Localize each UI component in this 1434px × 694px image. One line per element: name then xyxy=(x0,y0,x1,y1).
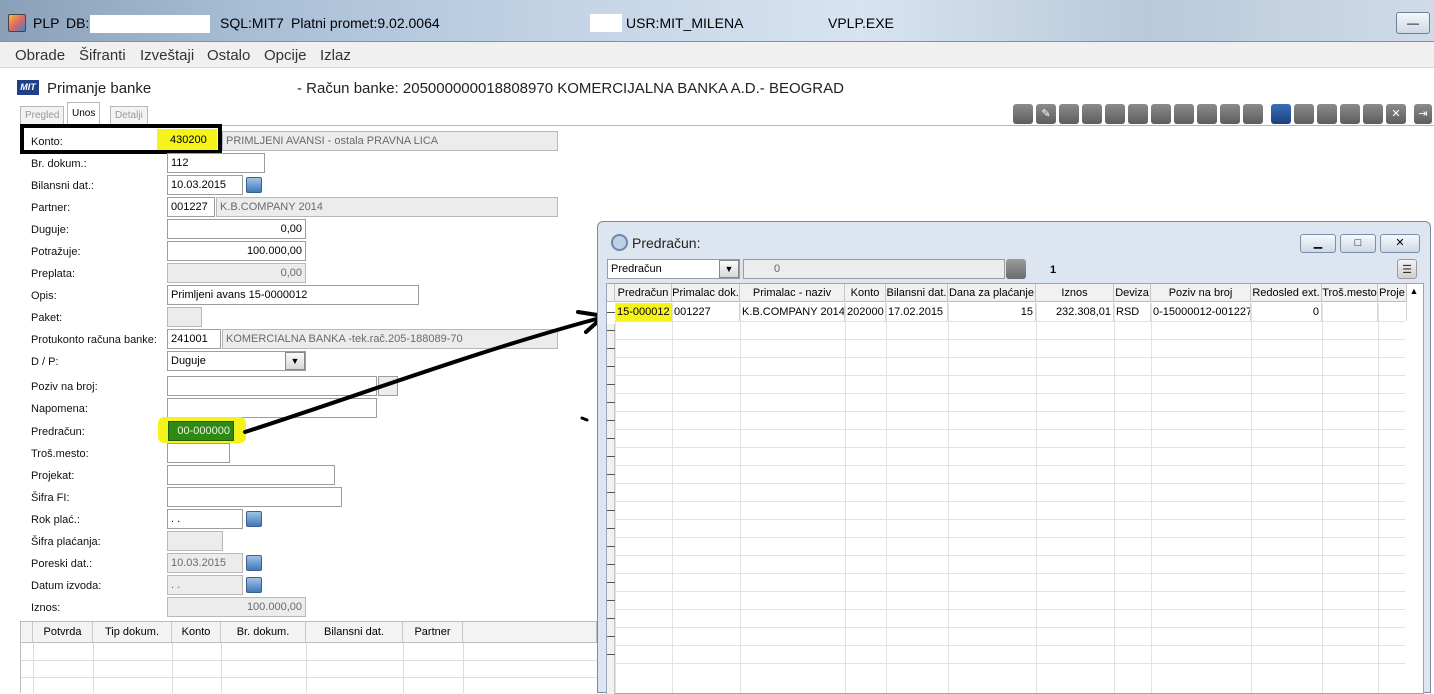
popup-search-input[interactable]: 0 xyxy=(743,259,1005,279)
grid-col-line xyxy=(1322,303,1323,693)
grid-row-line xyxy=(615,537,1405,538)
grid-col-line xyxy=(1114,303,1115,693)
cell-poziv-na-broj[interactable]: 0-15000012-001227 xyxy=(1151,303,1251,321)
row-tick xyxy=(607,582,615,583)
grid-row-line xyxy=(615,465,1405,466)
row-tick xyxy=(607,600,615,601)
grid-row-line xyxy=(615,393,1405,394)
row-tick xyxy=(607,564,615,565)
grid-col-line xyxy=(1251,303,1252,693)
grid-row-line xyxy=(615,645,1405,646)
predracun-popup: Predračun: ▁ □ ✕ Predračun ▼ 0 1 ☰ Predr… xyxy=(597,221,1431,694)
popup-title: Predračun: xyxy=(632,235,701,251)
cell-predracun[interactable]: 15-000012 xyxy=(615,303,672,321)
row-indicator-column xyxy=(607,324,615,694)
cell-deviza[interactable]: RSD xyxy=(1114,303,1151,321)
grid-row-line xyxy=(615,411,1405,412)
popup-maximize-button[interactable]: □ xyxy=(1340,234,1376,253)
row-tick xyxy=(607,420,615,421)
row-tick xyxy=(607,654,615,655)
row-tick xyxy=(607,402,615,403)
grid-row-line xyxy=(615,339,1405,340)
row-tick xyxy=(607,330,615,331)
row-tick xyxy=(607,636,615,637)
grid-row-line xyxy=(615,519,1405,520)
cell-iznos[interactable]: 232.308,01 xyxy=(1036,303,1114,321)
row-tick xyxy=(607,618,615,619)
grid-col-line xyxy=(1151,303,1152,693)
grid-row-line xyxy=(615,627,1405,628)
cell-tros-mesto[interactable] xyxy=(1322,303,1378,321)
grid-row-line xyxy=(615,321,1405,322)
row-tick xyxy=(607,528,615,529)
row-selector-col xyxy=(607,284,615,302)
row-tick xyxy=(607,348,615,349)
popup-toolbar: Predračun ▼ 0 1 ☰ xyxy=(606,258,1426,284)
grid-col-line xyxy=(740,303,741,693)
cell-primalac-naziv[interactable]: K.B.COMPANY 2014 xyxy=(740,303,845,321)
grid-col-line xyxy=(615,303,616,693)
grid-col-line xyxy=(948,303,949,693)
grid-row-line xyxy=(615,483,1405,484)
col-konto[interactable]: Konto xyxy=(845,284,886,302)
cell-bilansni-dat[interactable]: 17.02.2015 xyxy=(886,303,948,321)
grid-row-line xyxy=(615,447,1405,448)
grid-col-line xyxy=(1036,303,1037,693)
combo-dropdown-icon[interactable]: ▼ xyxy=(719,260,739,278)
grid-row-line xyxy=(615,609,1405,610)
scroll-up-icon[interactable]: ▲ xyxy=(1407,286,1421,300)
grid-row-line xyxy=(615,429,1405,430)
col-primalac-naziv[interactable]: Primalac - naziv xyxy=(740,284,845,302)
popup-close-button[interactable]: ✕ xyxy=(1380,234,1420,253)
grid-row-line xyxy=(615,357,1405,358)
cell-primalac-dok[interactable]: 001227 xyxy=(672,303,740,321)
row-tick xyxy=(607,546,615,547)
col-proje[interactable]: Proje xyxy=(1378,284,1407,302)
grid-row-line xyxy=(615,501,1405,502)
grid-row-line xyxy=(615,555,1405,556)
row-tick xyxy=(607,456,615,457)
col-predracun[interactable]: Predračun xyxy=(615,284,672,302)
row-tick xyxy=(607,492,615,493)
cell-dana-za-placanje[interactable]: 15 xyxy=(948,303,1036,321)
grid-row-line xyxy=(615,591,1405,592)
row-tick xyxy=(607,474,615,475)
grid-row-line xyxy=(615,663,1405,664)
col-redosled-ext[interactable]: Redosled ext. xyxy=(1251,284,1322,302)
col-poziv-na-broj[interactable]: Poziv na broj xyxy=(1151,284,1251,302)
folder-open-icon[interactable] xyxy=(1006,259,1026,279)
col-deviza[interactable]: Deviza xyxy=(1114,284,1151,302)
col-dana-za-placanje[interactable]: Dana za plaćanje xyxy=(948,284,1036,302)
grid-col-line xyxy=(672,303,673,693)
grid-col-line xyxy=(886,303,887,693)
row-tick xyxy=(607,438,615,439)
menu-list-icon[interactable]: ☰ xyxy=(1397,259,1417,279)
magnifier-icon xyxy=(611,234,628,251)
col-tros-mesto[interactable]: Troš.mesto xyxy=(1322,284,1378,302)
grid-row-line xyxy=(615,375,1405,376)
row-tick xyxy=(607,366,615,367)
popup-grid: Predračun Primalac dok. Primalac - naziv… xyxy=(606,283,1424,694)
row-tick xyxy=(607,510,615,511)
popup-minimize-button[interactable]: ▁ xyxy=(1300,234,1336,253)
grid-col-line xyxy=(845,303,846,693)
popup-count: 1 xyxy=(1050,264,1057,276)
row-tick xyxy=(607,384,615,385)
col-iznos[interactable]: Iznos xyxy=(1036,284,1114,302)
row-tick xyxy=(607,312,615,313)
grid-row-line xyxy=(615,573,1405,574)
cell-proje[interactable] xyxy=(1378,303,1407,321)
cell-konto[interactable]: 202000 xyxy=(845,303,886,321)
grid-col-line xyxy=(1378,303,1379,693)
col-primalac-dok[interactable]: Primalac dok. xyxy=(672,284,740,302)
col-bilansni-dat[interactable]: Bilansni dat. xyxy=(886,284,948,302)
cell-redosled-ext[interactable]: 0 xyxy=(1251,303,1322,321)
popup-grid-header: Predračun Primalac dok. Primalac - naziv… xyxy=(607,284,1407,302)
